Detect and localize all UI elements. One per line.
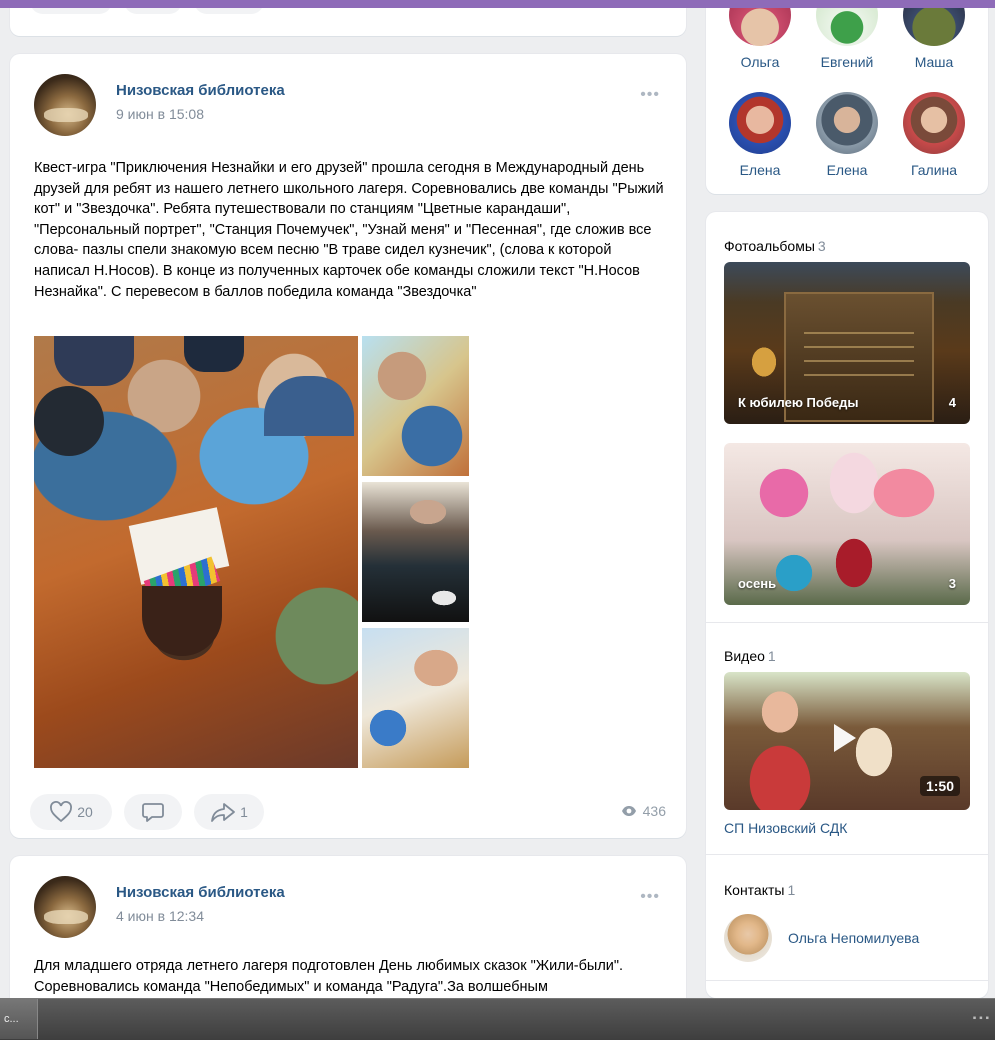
album-name: К юбилею Победы xyxy=(738,395,859,410)
post-author[interactable]: Низовская библиотека xyxy=(116,82,285,99)
albums-count: 3 xyxy=(817,238,826,254)
divider xyxy=(706,854,988,855)
comment-icon xyxy=(142,803,164,822)
post-date[interactable]: 4 июн в 12:34 xyxy=(116,908,204,924)
divider xyxy=(706,980,988,981)
photo-gallery xyxy=(34,336,470,770)
friend-avatar xyxy=(816,8,878,46)
views-count: 436 xyxy=(642,803,666,819)
media-block: Фотоальбомы 3 К юбилею Победы 4 осень 3 В… xyxy=(706,212,988,998)
like-count: 20 xyxy=(77,804,93,820)
friend-item[interactable]: Маша xyxy=(896,8,972,70)
contacts-title: Контакты xyxy=(724,882,785,898)
post-card: Низовская библиотека 4 июн в 12:34 ••• Д… xyxy=(10,856,686,998)
friend-name: Елена xyxy=(826,162,868,178)
friend-item[interactable]: Ольга xyxy=(722,8,798,70)
eye-icon xyxy=(621,806,636,816)
albums-title: Фотоальбомы xyxy=(724,238,815,254)
share-button[interactable]: 1 xyxy=(194,794,264,830)
friend-name: Елена xyxy=(739,162,781,178)
like-button[interactable]: 20 xyxy=(30,794,112,830)
friend-name: Маша xyxy=(914,54,954,70)
friend-item[interactable]: Евгений xyxy=(809,8,885,70)
video-title[interactable]: СП Низовский СДК xyxy=(724,820,847,836)
system-tray: ▪ ▪ ▪ xyxy=(972,1013,989,1024)
comment-button[interactable] xyxy=(124,794,182,830)
contact-name[interactable]: Ольга Непомилуева xyxy=(788,930,919,946)
album-count: 4 xyxy=(948,395,956,410)
share-count: 1 xyxy=(240,804,248,820)
post-actions: 20 1 436 xyxy=(30,794,666,830)
photo-thumb[interactable] xyxy=(362,628,469,768)
friend-name: Евгений xyxy=(820,54,874,70)
videos-title: Видео xyxy=(724,648,765,664)
contact-avatar[interactable] xyxy=(724,914,772,962)
videos-count: 1 xyxy=(767,648,776,664)
friend-name: Галина xyxy=(910,162,958,178)
album-count: 3 xyxy=(948,576,956,591)
friend-item[interactable]: Галина xyxy=(896,92,972,178)
friend-item[interactable]: Елена xyxy=(722,92,798,178)
divider xyxy=(706,622,988,623)
contacts-header[interactable]: Контакты 1 xyxy=(724,882,795,898)
album-name: осень xyxy=(738,576,777,591)
post-author[interactable]: Низовская библиотека xyxy=(116,884,285,901)
photo-thumb[interactable] xyxy=(362,336,469,476)
albums-header[interactable]: Фотоальбомы 3 xyxy=(724,238,826,254)
video-thumbnail[interactable]: 1:50 xyxy=(724,672,970,810)
previous-post-card xyxy=(10,8,686,36)
album-item[interactable]: К юбилею Победы 4 xyxy=(724,262,970,424)
post-text: Квест-игра "Приключения Незнайки и его д… xyxy=(34,160,664,300)
taskbar-item[interactable]: с... xyxy=(0,999,38,1039)
contacts-count: 1 xyxy=(787,882,796,898)
post-date[interactable]: 9 июн в 15:08 xyxy=(116,106,204,122)
video-duration: 1:50 xyxy=(919,776,960,796)
friends-block: Ольга Евгений Маша Елена Елена Галина xyxy=(706,8,988,194)
videos-header[interactable]: Видео 1 xyxy=(724,648,776,664)
photo-main[interactable] xyxy=(34,336,358,768)
friend-avatar xyxy=(729,92,791,154)
taskbar: с... ▪ ▪ ▪ xyxy=(0,998,995,1040)
friend-item[interactable]: Елена xyxy=(809,92,885,178)
author-avatar[interactable] xyxy=(34,876,96,938)
post-card: Низовская библиотека 9 июн в 15:08 ••• К… xyxy=(10,54,686,838)
page: Низовская библиотека 9 июн в 15:08 ••• К… xyxy=(0,8,995,998)
share-icon xyxy=(211,803,235,822)
views-counter: 436 xyxy=(621,803,666,819)
play-icon xyxy=(834,724,856,752)
like-button[interactable] xyxy=(30,8,112,14)
author-avatar[interactable] xyxy=(34,74,96,136)
friend-avatar xyxy=(903,8,965,46)
more-options-icon[interactable]: ••• xyxy=(640,888,660,906)
friend-avatar xyxy=(816,92,878,154)
post-text: Для младшего отряда летнего лагеря подго… xyxy=(34,958,624,995)
heart-icon xyxy=(50,801,73,823)
album-item[interactable]: осень 3 xyxy=(724,443,970,605)
friend-avatar xyxy=(729,8,791,46)
friend-avatar xyxy=(903,92,965,154)
more-options-icon[interactable]: ••• xyxy=(640,86,660,104)
photo-thumb[interactable] xyxy=(362,482,469,622)
friend-name: Ольга xyxy=(740,54,780,70)
share-button[interactable] xyxy=(194,8,264,14)
comment-button[interactable] xyxy=(124,8,182,14)
